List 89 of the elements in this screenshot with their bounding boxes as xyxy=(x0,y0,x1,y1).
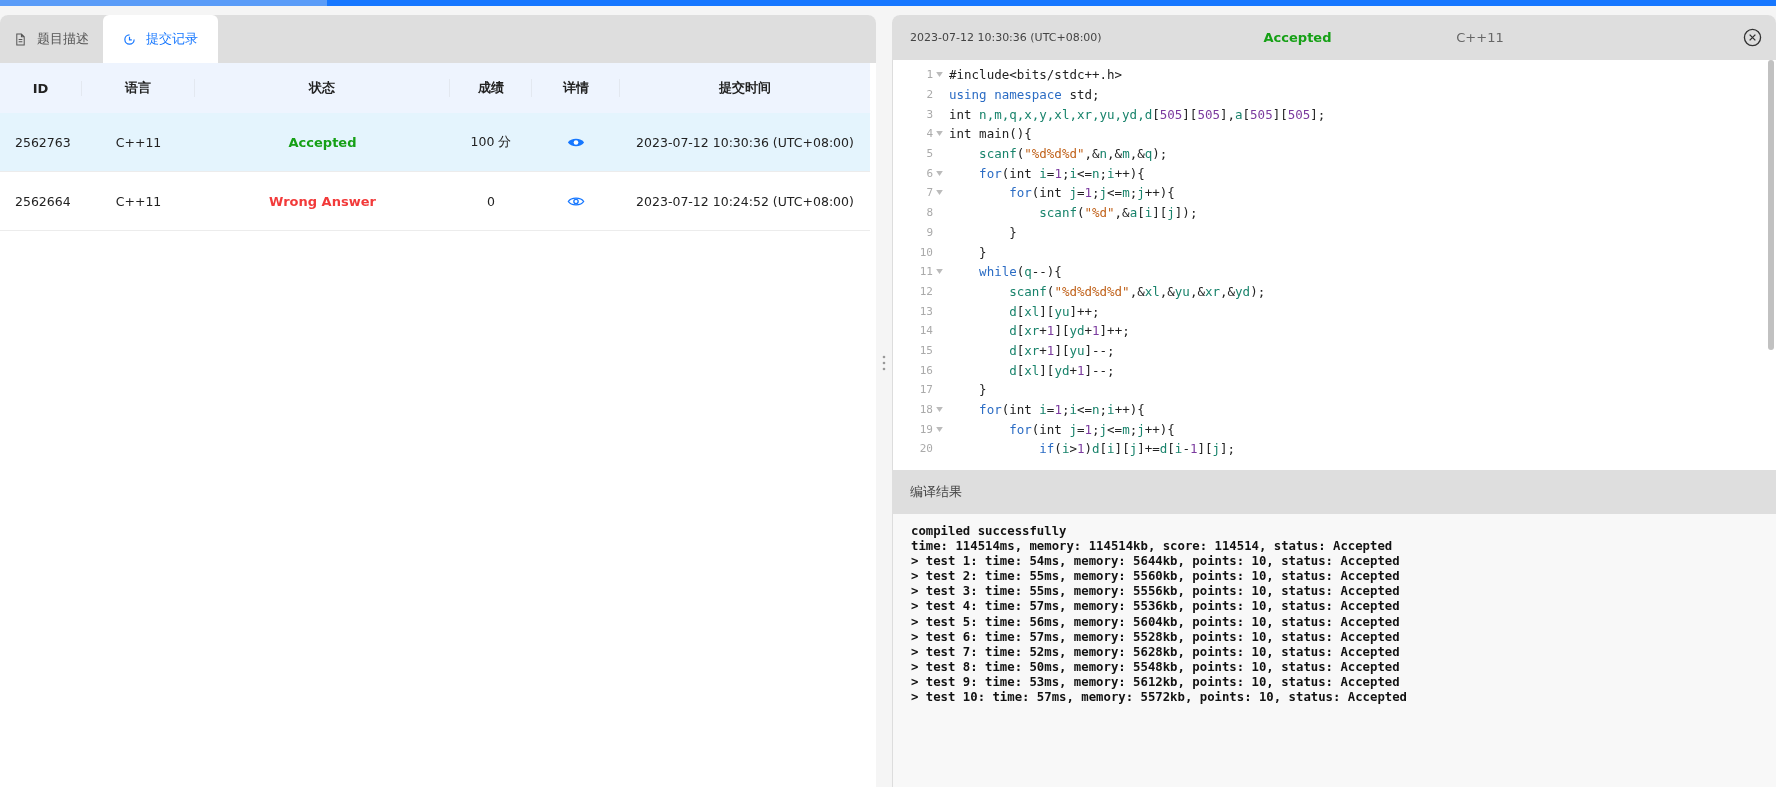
fold-arrow-icon[interactable] xyxy=(936,170,943,176)
code-line: using namespace std; xyxy=(949,87,1100,103)
line-number: 19 xyxy=(919,422,933,436)
code-line: d[xl][yd+1]--; xyxy=(1008,362,1115,378)
line-number: 3 xyxy=(926,107,933,121)
line-number: 20 xyxy=(919,442,933,456)
column-header: 详情 xyxy=(532,79,620,97)
code-line: int main(){ xyxy=(949,126,1032,142)
output-line: > test 2: time: 55ms, memory: 5560kb, points: 10, status: Accepted xyxy=(911,569,1401,585)
line-number: 8 xyxy=(926,206,933,220)
line-number: 5 xyxy=(926,147,933,161)
line-number: 15 xyxy=(919,343,933,357)
line-number: 12 xyxy=(919,284,933,298)
line-number: 2 xyxy=(926,88,933,102)
tab[interactable]: 提交记录 xyxy=(103,15,218,63)
code-line: } xyxy=(978,382,987,398)
output-line: > test 9: time: 53ms, memory: 5612kb, points: 10, status: Accepted xyxy=(911,674,1401,691)
code-line: } xyxy=(978,244,987,260)
fold-arrow-icon[interactable] xyxy=(936,190,943,196)
code-line: for(int i=1;i<=n;i++){ xyxy=(978,402,1145,418)
column-header: ID xyxy=(0,80,82,96)
fold-arrow-icon[interactable] xyxy=(936,131,943,137)
eye-icon[interactable] xyxy=(567,194,585,208)
line-number: 14 xyxy=(919,324,933,338)
close-icon[interactable] xyxy=(1743,28,1762,47)
table-row[interactable]: 2562664 C++11 Wrong Answer 0 2023-07-12 10:24:52 (UTC+08:00) xyxy=(0,172,870,231)
line-number: 6 xyxy=(926,166,933,180)
line-number: 10 xyxy=(919,245,933,259)
code-line: for(int i=1;i<=n;i++){ xyxy=(978,165,1145,181)
column-header: 提交时间 xyxy=(718,79,772,97)
code-line: d[xr+1][yd+1]++; xyxy=(1008,323,1130,339)
output-line: > test 1: time: 54ms, memory: 5644kb, points: 10, status: Accepted xyxy=(911,554,1401,570)
code-line: d[xr+1][yu]--; xyxy=(1008,342,1115,358)
column-header: 状态 xyxy=(195,79,450,97)
table-cell-text: 0 xyxy=(486,193,496,209)
column-header: 语言 xyxy=(82,79,195,97)
compile-title: 编译结果 xyxy=(910,483,962,501)
drag-handle-icon[interactable] xyxy=(882,355,886,371)
table-cell-text: 2023-07-12 10:30:36 (UTC+08:00) xyxy=(635,134,855,150)
line-number: 4 xyxy=(926,127,933,141)
fold-arrow-icon[interactable] xyxy=(936,269,943,275)
fold-arrow-icon[interactable] xyxy=(936,426,943,432)
code-line: scanf("%d%d%d%d",&xl,&yu,&xr,&yd); xyxy=(1008,283,1266,299)
code-line: int n,m,q,x,y,xl,xr,yu,yd,d[505][505],a[505][505]; xyxy=(949,106,1326,122)
output-line: time: 114514ms, memory: 114514kb, score: 114514, status: Accepted xyxy=(911,539,1394,555)
verdict-label: Accepted xyxy=(1262,30,1333,45)
line-number: 16 xyxy=(919,363,933,377)
output-line: > test 3: time: 55ms, memory: 5556kb, points: 10, status: Accepted xyxy=(911,584,1401,600)
clock-icon xyxy=(123,32,136,46)
code-line: } xyxy=(1008,224,1017,240)
table-cell-text: 2562763 xyxy=(14,134,72,150)
code-line: if(i>1)d[i][j]+=d[i-1][j]; xyxy=(1038,441,1236,457)
code-line: d[xl][yu]++; xyxy=(1008,303,1100,319)
code-line: #include<bits/stdc++.h> xyxy=(949,67,1123,83)
output-line: > test 6: time: 57ms, memory: 5528kb, points: 10, status: Accepted xyxy=(911,629,1401,645)
line-number: 11 xyxy=(919,265,933,279)
table-row[interactable]: 2562763 C++11 Accepted 100 分 2023-07-12 10:30:36 (UTC+08:00) xyxy=(0,113,870,172)
code-line: scanf("%d%d%d",&n,&m,&q); xyxy=(978,146,1168,162)
table-cell-text: 100 分 xyxy=(469,133,513,151)
line-number: 13 xyxy=(919,304,933,318)
code-line: for(int j=1;j<=m;j++){ xyxy=(1008,185,1175,201)
table-cell-text: C++11 xyxy=(114,193,163,209)
line-number: 1 xyxy=(926,68,933,82)
language-label: C++11 xyxy=(1455,30,1505,45)
fold-arrow-icon[interactable] xyxy=(936,72,943,78)
code-line: while(q--){ xyxy=(978,264,1062,280)
output-line: > test 10: time: 57ms, memory: 5572kb, points: 10, status: Accepted xyxy=(911,690,1409,706)
document-icon xyxy=(14,32,27,46)
output-line: > test 5: time: 56ms, memory: 5604kb, points: 10, status: Accepted xyxy=(911,614,1401,630)
code-line: scanf("%d",&a[i][j]); xyxy=(1038,205,1198,221)
line-number: 18 xyxy=(919,403,933,417)
table-cell-text: 2562664 xyxy=(14,193,72,209)
table-cell-text: 2023-07-12 10:24:52 (UTC+08:00) xyxy=(635,193,855,209)
table-cell-text: C++11 xyxy=(114,134,163,150)
output-line: > test 8: time: 50ms, memory: 5548kb, points: 10, status: Accepted xyxy=(911,659,1401,675)
fold-arrow-icon[interactable] xyxy=(936,407,943,413)
output-line: > test 7: time: 52ms, memory: 5628kb, points: 10, status: Accepted xyxy=(911,644,1401,660)
line-number: 7 xyxy=(926,186,933,200)
line-number: 9 xyxy=(926,225,933,239)
table-cell-text: Wrong Answer xyxy=(268,193,377,209)
column-header: 成绩 xyxy=(450,79,532,97)
table-cell-text: Accepted xyxy=(287,134,358,150)
code-line: for(int j=1;j<=m;j++){ xyxy=(1008,421,1175,437)
scrollbar[interactable] xyxy=(1768,60,1774,350)
tab[interactable]: 题目描述 xyxy=(0,15,103,63)
output-line: > test 4: time: 57ms, memory: 5536kb, points: 10, status: Accepted xyxy=(911,599,1401,615)
submission-time: 2023-07-12 10:30:36 (UTC+08:00) xyxy=(910,31,1103,44)
line-number: 17 xyxy=(919,383,933,397)
output-line: compiled successfully xyxy=(911,524,1068,540)
